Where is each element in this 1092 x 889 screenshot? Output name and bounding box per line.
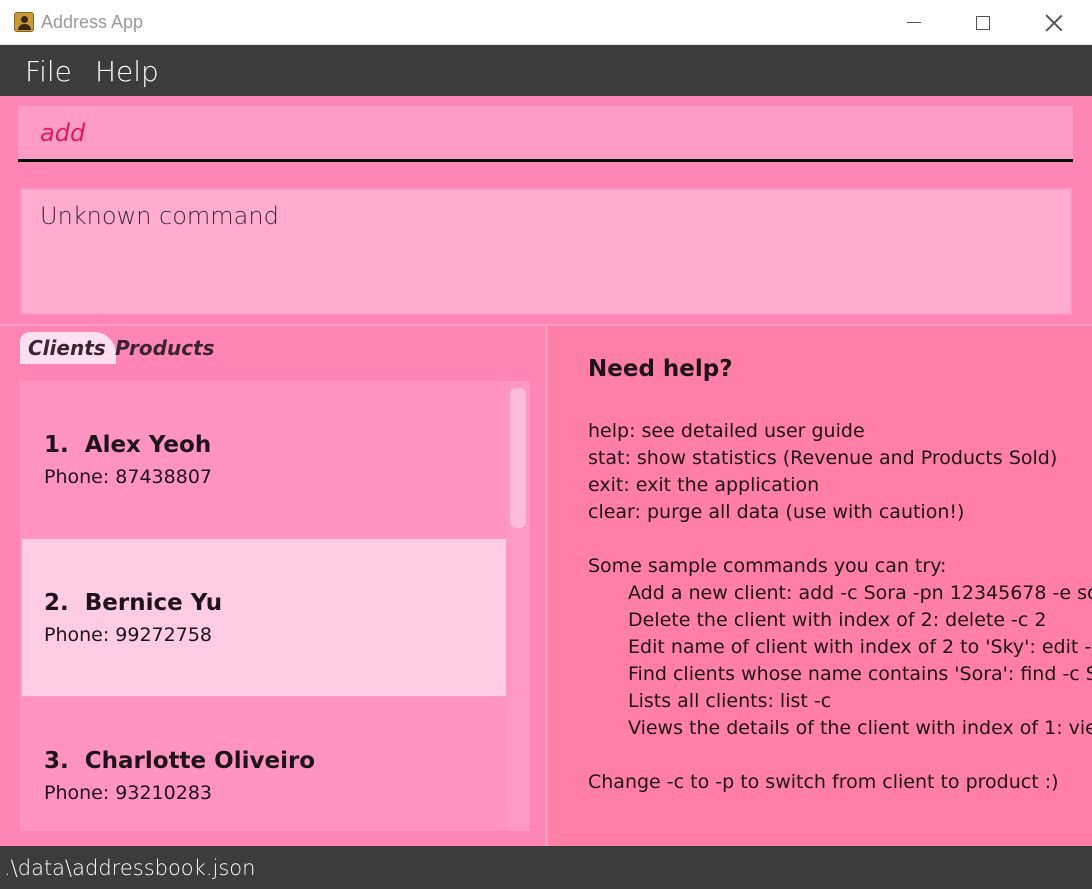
sample-command: Edit name of client with index of 2 to '… (628, 636, 1092, 658)
tab-clients[interactable]: Clients (20, 332, 116, 364)
help-line: clear: purge all data (use with caution!… (588, 501, 965, 523)
title-bar: Address App (0, 0, 1092, 45)
close-button[interactable] (1024, 0, 1084, 45)
sample-heading: Some sample commands you can try: (588, 555, 947, 577)
result-area: Unknown command (0, 180, 1092, 324)
scrollbar-thumb[interactable] (510, 388, 526, 528)
maximize-button[interactable] (953, 0, 1013, 45)
sample-command: Add a new client: add -c Sora -pn 123456… (628, 582, 1092, 604)
tab-products[interactable]: Products (107, 332, 223, 364)
client-name: 1. Alex Yeoh (44, 432, 212, 458)
menu-help[interactable]: Help (95, 55, 159, 88)
help-line: stat: show statistics (Revenue and Produ… (588, 447, 1058, 469)
minimize-button[interactable] (884, 0, 944, 45)
client-card[interactable]: 1. Alex Yeoh Phone: 87438807 (22, 381, 506, 538)
minimize-icon (907, 22, 921, 23)
client-card[interactable]: 3. Charlotte Oliveiro Phone: 93210283 (22, 697, 506, 831)
result-display[interactable]: Unknown command (20, 188, 1072, 315)
client-name: 2. Bernice Yu (44, 590, 223, 616)
result-text: Unknown command (40, 202, 279, 230)
sample-command: Find clients whose name contains 'Sora':… (628, 663, 1092, 685)
sample-command: Views the details of the client with ind… (628, 717, 1092, 739)
help-footer: Change -c to -p to switch from client to… (588, 771, 1059, 793)
help-panel: Need help? help: see detailed user guide… (548, 324, 1092, 846)
menu-bar: File Help (0, 45, 1092, 96)
client-phone: Phone: 99272758 (44, 624, 213, 646)
menu-file[interactable]: File (25, 55, 72, 88)
client-name: 3. Charlotte Oliveiro (44, 748, 316, 774)
sample-command: Delete the client with index of 2: delet… (628, 609, 1047, 631)
client-phone: Phone: 93210283 (44, 782, 213, 804)
client-card[interactable]: 2. Bernice Yu Phone: 99272758 (22, 539, 506, 696)
help-line: help: see detailed user guide (588, 420, 865, 442)
client-phone: Phone: 87438807 (44, 466, 213, 488)
data-file-path: .\data\addressbook.json (4, 856, 256, 880)
command-box (18, 106, 1073, 162)
window-title: Address App (41, 12, 144, 32)
list-panel: Clients Products 1. Alex Yeoh Phone: 874… (0, 324, 547, 846)
address-book-icon (14, 12, 34, 32)
maximize-icon (976, 15, 990, 30)
help-title: Need help? (588, 356, 733, 382)
command-input[interactable] (18, 106, 1073, 159)
close-icon (1045, 14, 1063, 32)
client-list[interactable]: 1. Alex Yeoh Phone: 87438807 2. Bernice … (20, 381, 530, 831)
sample-command: Lists all clients: list -c (628, 690, 832, 712)
command-area (0, 96, 1092, 180)
help-line: exit: exit the application (588, 474, 820, 496)
status-bar: .\data\addressbook.json (0, 846, 1092, 889)
